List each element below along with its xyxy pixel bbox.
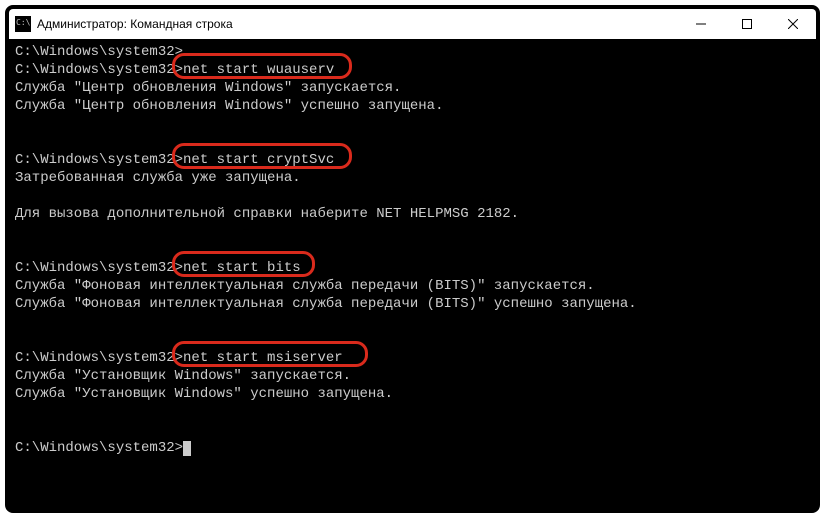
cursor (183, 441, 191, 456)
terminal-line (15, 187, 810, 205)
window-frame: Администратор: Командная строка C:\Windo… (5, 5, 820, 513)
terminal-line: C:\Windows\system32>net start cryptSvc (15, 151, 810, 169)
close-button[interactable] (770, 9, 816, 39)
terminal-line (15, 223, 810, 241)
terminal-line (15, 241, 810, 259)
terminal-line (15, 403, 810, 421)
terminal-line (15, 133, 810, 151)
window-title: Администратор: Командная строка (37, 17, 233, 31)
terminal-line: Служба "Установщик Windows" запускается. (15, 367, 810, 385)
terminal-line: Служба "Центр обновления Windows" успешн… (15, 97, 810, 115)
terminal-line (15, 331, 810, 349)
terminal-line (15, 421, 810, 439)
terminal-line: Служба "Установщик Windows" успешно запу… (15, 385, 810, 403)
maximize-button[interactable] (724, 9, 770, 39)
terminal-line: Служба "Фоновая интеллектуальная служба … (15, 277, 810, 295)
terminal-line (15, 115, 810, 133)
terminal-line: Затребованная служба уже запущена. (15, 169, 810, 187)
terminal-line: Служба "Фоновая интеллектуальная служба … (15, 295, 810, 313)
terminal-area[interactable]: C:\Windows\system32>C:\Windows\system32>… (9, 39, 816, 509)
terminal-line: C:\Windows\system32>net start bits (15, 259, 810, 277)
terminal-line (15, 313, 810, 331)
terminal-line: C:\Windows\system32> (15, 43, 810, 61)
terminal-line: C:\Windows\system32>net start wuauserv (15, 61, 810, 79)
terminal-line: Служба "Центр обновления Windows" запуск… (15, 79, 810, 97)
cmd-icon (15, 16, 31, 32)
terminal-line: C:\Windows\system32>net start msiserver (15, 349, 810, 367)
window-controls (678, 9, 816, 39)
title-left: Администратор: Командная строка (15, 16, 233, 32)
terminal-line: C:\Windows\system32> (15, 439, 810, 457)
titlebar[interactable]: Администратор: Командная строка (9, 9, 816, 39)
minimize-button[interactable] (678, 9, 724, 39)
terminal-line: Для вызова дополнительной справки набери… (15, 205, 810, 223)
